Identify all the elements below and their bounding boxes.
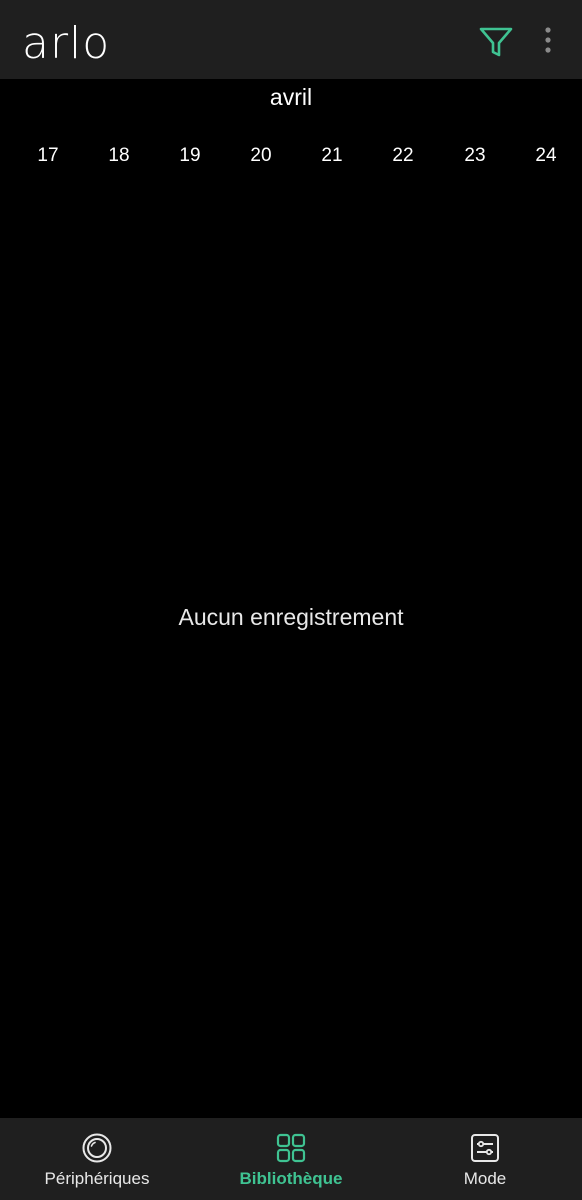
nav-label: Mode [463,1169,507,1188]
month-label: avril [269,84,313,110]
day-item[interactable]: 18 [89,142,149,170]
day-item[interactable]: 17 [18,142,78,170]
empty-recordings-message: Aucun enregistrement [178,604,404,630]
nav-item-peripheriques[interactable]: Périphériques [0,1118,194,1200]
camera-icon [82,1133,112,1163]
day-selector: 17 18 19 20 21 22 23 24 [0,142,582,172]
nav-item-mode[interactable]: Mode [388,1118,582,1200]
bottom-navigation: Périphériques Bibliothèque Mode [0,1118,582,1200]
more-options-button[interactable] [534,22,562,58]
day-item[interactable]: 19 [160,142,220,170]
day-item[interactable]: 22 [373,142,433,170]
arlo-logo: arlo [22,18,111,69]
nav-label: Périphériques [44,1169,150,1188]
nav-label: Bibliothèque [239,1169,343,1188]
day-item[interactable]: 21 [302,142,362,170]
day-item[interactable]: 23 [445,142,505,170]
day-item[interactable]: 20 [231,142,291,170]
filter-icon [479,27,513,57]
sliders-icon [471,1134,499,1162]
app-header: arlo [0,0,582,79]
day-item[interactable]: 24 [516,142,576,170]
nav-item-bibliotheque[interactable]: Bibliothèque [194,1118,388,1200]
filter-button[interactable] [476,22,516,62]
grid-icon [276,1133,306,1163]
more-vertical-icon [545,27,551,53]
